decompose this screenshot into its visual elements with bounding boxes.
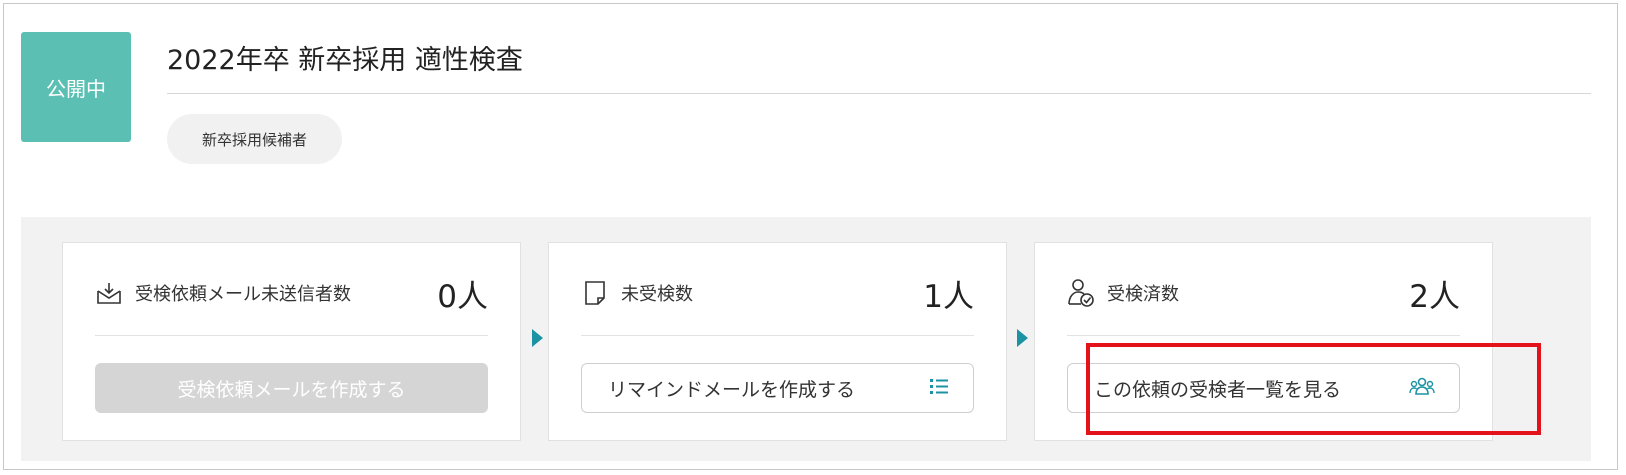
status-badge-label: 公開中 [46, 76, 106, 101]
card-divider [95, 335, 488, 336]
create-request-mail-button-label: 受検依頼メールを作成する [177, 378, 406, 401]
card-unsent-mail: 受検依頼メール未送信者数 0人 受検依頼メールを作成する [62, 242, 521, 441]
highlight-box [1086, 343, 1541, 435]
list-icon [929, 377, 949, 400]
title-divider [167, 93, 1591, 94]
card-divider [581, 335, 974, 336]
card-divider [1067, 335, 1460, 336]
create-reminder-mail-button-label: リマインドメールを作成する [608, 378, 856, 401]
status-badge: 公開中 [21, 32, 131, 142]
create-request-mail-button[interactable]: 受検依頼メールを作成する [95, 363, 488, 413]
card-count: 2人 [1409, 278, 1460, 315]
card-label: 未受検数 [621, 284, 693, 305]
document-icon [581, 279, 609, 307]
card-label: 受検済数 [1107, 284, 1179, 305]
card-header: 受検依頼メール未送信者数 0人 [95, 271, 488, 315]
user-check-icon [1067, 279, 1095, 307]
card-header: 未受検数 1人 [581, 271, 974, 315]
flow-arrow-icon [1017, 329, 1028, 347]
create-reminder-mail-button[interactable]: リマインドメールを作成する [581, 363, 974, 413]
card-header: 受検済数 2人 [1067, 271, 1460, 315]
mail-icon [95, 279, 123, 307]
card-count: 1人 [923, 278, 974, 315]
target-tag: 新卒採用候補者 [167, 114, 342, 164]
flow-arrow-icon [532, 329, 543, 347]
card-not-taken: 未受検数 1人 リマインドメールを作成する [548, 242, 1007, 441]
page-title: 2022年卒 新卒採用 適性検査 [167, 45, 523, 76]
card-label: 受検依頼メール未送信者数 [135, 284, 351, 305]
card-count: 0人 [437, 278, 488, 315]
target-tag-label: 新卒採用候補者 [201, 130, 307, 149]
